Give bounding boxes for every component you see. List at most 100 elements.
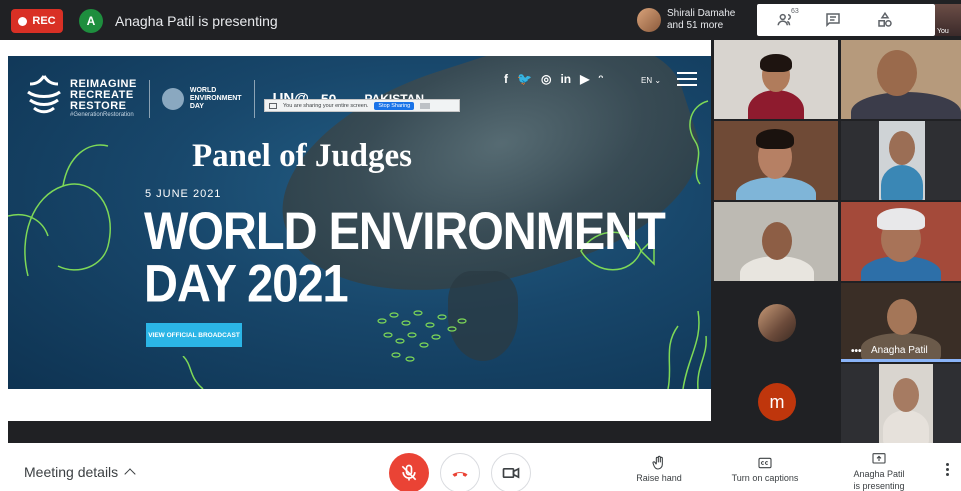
captions-icon bbox=[758, 457, 772, 469]
top-bar: REC A Anagha Patil is presenting Shirali… bbox=[0, 0, 961, 40]
participant-tile[interactable] bbox=[841, 364, 961, 443]
participant-tile[interactable]: ••• Anagha Patil bbox=[841, 283, 961, 362]
event-title: WORLD ENVIRONMENT DAY 2021 bbox=[144, 200, 666, 313]
shared-screen: REIMAGINE RECREATE RESTORE #GenerationRe… bbox=[8, 56, 711, 389]
chat-icon bbox=[826, 13, 840, 28]
raise-hand-button[interactable]: Raise hand bbox=[632, 455, 686, 483]
headphones-icon bbox=[877, 208, 925, 230]
presenter-name: Anagha Patil bbox=[853, 469, 905, 479]
camera-icon bbox=[502, 467, 520, 479]
recording-badge: REC bbox=[11, 9, 63, 33]
captions-label: Turn on captions bbox=[731, 473, 799, 483]
weibo-icon[interactable]: ᵔ bbox=[598, 72, 603, 86]
you-label: You bbox=[937, 28, 949, 35]
wed-line-1: WORLD bbox=[189, 86, 217, 94]
chevron-up-icon bbox=[124, 468, 136, 480]
activities-button[interactable] bbox=[865, 4, 905, 36]
hang-up-icon bbox=[452, 472, 468, 477]
people-count: 63 bbox=[791, 8, 799, 15]
coral-dots-icon bbox=[377, 310, 467, 362]
event-date: 5 JUNE 2021 bbox=[145, 188, 222, 200]
participant-face bbox=[762, 222, 792, 260]
wed-line-3: DAY bbox=[189, 102, 204, 110]
people-button[interactable]: 63 bbox=[765, 4, 805, 36]
chip-more: and 51 more bbox=[667, 20, 724, 31]
youtube-icon[interactable]: ▶ bbox=[580, 72, 589, 86]
participant-avatar-m[interactable]: m bbox=[758, 383, 796, 421]
more-vert-icon bbox=[945, 463, 949, 466]
linkedin-icon[interactable]: in bbox=[560, 72, 571, 86]
page-bottom-strip bbox=[8, 389, 711, 421]
participant-tile[interactable] bbox=[841, 40, 961, 119]
participant-tile[interactable] bbox=[714, 202, 838, 281]
seaweed-outline-icon bbox=[667, 310, 707, 389]
presenting-label: is presenting bbox=[853, 481, 905, 491]
globe-icon bbox=[161, 87, 184, 110]
participant-face bbox=[893, 378, 919, 412]
share-notice: You are sharing your entire screen. bbox=[283, 102, 369, 109]
self-view-tile[interactable]: You bbox=[935, 4, 961, 36]
rec-label: REC bbox=[32, 15, 56, 27]
activities-icon bbox=[878, 11, 892, 27]
bottom-bar: Meeting details Raise hand Turn on capti… bbox=[0, 443, 961, 491]
participant-tile[interactable] bbox=[714, 40, 838, 119]
facebook-icon[interactable]: f bbox=[504, 72, 508, 86]
participant-face bbox=[887, 299, 917, 335]
leave-call-button[interactable] bbox=[440, 453, 480, 491]
vine-outline-icon bbox=[182, 356, 204, 389]
wed-badge: WORLD ENVIRONMENT DAY bbox=[161, 86, 242, 111]
hand-icon bbox=[652, 455, 663, 470]
turtle-outline-icon bbox=[8, 144, 111, 277]
camera-toggle-button[interactable] bbox=[491, 453, 531, 491]
wed-line-2: ENVIRONMENT bbox=[189, 94, 242, 102]
toolbar-panel: 63 bbox=[757, 4, 935, 36]
participant-grid: ••• Anagha Patil bbox=[711, 40, 961, 443]
divider bbox=[148, 79, 150, 118]
view-broadcast-button[interactable]: VIEW OFFICIAL BROADCAST bbox=[146, 323, 242, 347]
seahorse-outline-icon bbox=[689, 100, 709, 185]
presentation-status-button[interactable]: Anagha Patil is presenting bbox=[844, 451, 914, 491]
hamburger-menu-icon[interactable] bbox=[677, 72, 697, 88]
microphone-toggle-button[interactable] bbox=[389, 453, 429, 491]
taskbar-strip bbox=[8, 421, 711, 443]
chat-button[interactable] bbox=[813, 4, 853, 36]
presenter-avatar: A bbox=[79, 9, 103, 33]
captions-button[interactable]: Turn on captions bbox=[726, 455, 804, 483]
participant-tile[interactable] bbox=[841, 121, 961, 200]
social-links: f 🐦 ◎ in ▶ ᵔ bbox=[504, 72, 603, 86]
participant-avatar bbox=[637, 8, 661, 32]
panel-title: Panel of Judges bbox=[192, 138, 413, 174]
brand-hashtag: #GenerationRestoration bbox=[70, 112, 134, 118]
brand-line-3: RESTORE bbox=[70, 100, 127, 112]
participant-face bbox=[877, 50, 917, 96]
wave-logo-icon bbox=[27, 75, 61, 114]
meeting-details-label: Meeting details bbox=[24, 464, 119, 480]
record-dot-icon bbox=[18, 16, 28, 26]
participant-name: Anagha Patil bbox=[871, 345, 928, 356]
divider bbox=[253, 79, 255, 118]
participant-face bbox=[889, 131, 915, 165]
event-title-line-1: WORLD ENVIRONMENT bbox=[144, 200, 666, 260]
hide-bar-button[interactable] bbox=[420, 102, 431, 109]
participant-tile[interactable] bbox=[841, 202, 961, 281]
screen-share-icon bbox=[269, 102, 277, 109]
raise-hand-label: Raise hand bbox=[636, 473, 682, 483]
twitter-icon[interactable]: 🐦 bbox=[517, 72, 532, 86]
language-selector[interactable]: EN ⌄ bbox=[641, 76, 661, 85]
brand-logo bbox=[26, 74, 62, 123]
chip-name: Shirali Damahe bbox=[667, 8, 736, 19]
people-chip[interactable]: Shirali Damahe and 51 more bbox=[637, 4, 757, 36]
participant-photo-avatar[interactable] bbox=[758, 304, 796, 342]
tile-more-icon[interactable]: ••• bbox=[851, 346, 862, 357]
stop-sharing-button[interactable]: Stop Sharing bbox=[374, 101, 415, 110]
more-options-button[interactable] bbox=[942, 463, 952, 483]
instagram-icon[interactable]: ◎ bbox=[541, 72, 551, 86]
event-title-line-2: DAY 2021 bbox=[144, 253, 349, 313]
meeting-details-button[interactable]: Meeting details bbox=[24, 464, 136, 480]
screen-share-bar: You are sharing your entire screen. Stop… bbox=[264, 99, 460, 112]
mic-off-icon bbox=[401, 464, 417, 481]
present-screen-icon bbox=[872, 453, 886, 464]
active-speaker-indicator bbox=[841, 359, 961, 362]
participant-tile[interactable] bbox=[714, 121, 838, 200]
presenting-status: Anagha Patil is presenting bbox=[115, 13, 278, 29]
